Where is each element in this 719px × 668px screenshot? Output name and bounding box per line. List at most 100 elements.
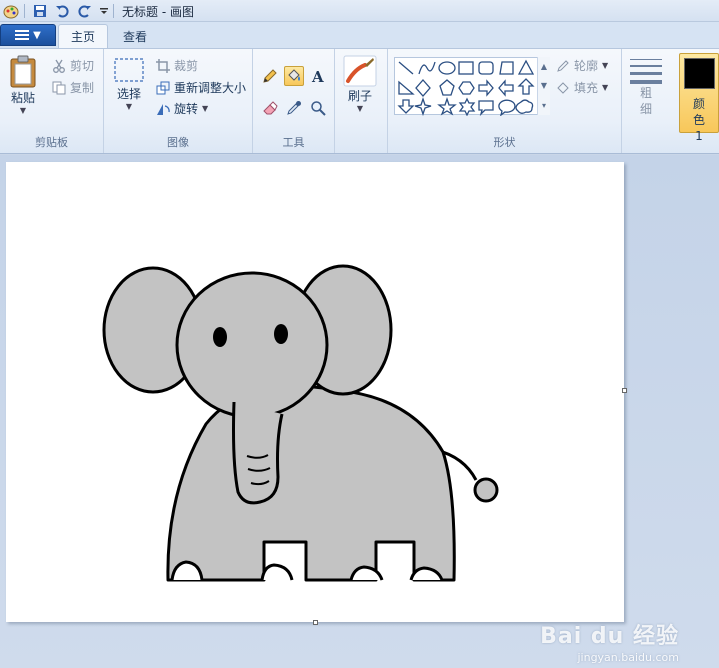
brush-icon	[343, 55, 377, 87]
canvas-workspace: Bai du 经验 jingyan.baidu.com	[0, 155, 719, 668]
baidu-watermark-url: jingyan.baidu.com	[577, 651, 679, 664]
select-label: 选择	[116, 87, 141, 101]
oval-callout-shape-icon	[498, 99, 516, 116]
outline-label: 轮廓	[574, 59, 599, 73]
image-group-label: 图像	[167, 136, 189, 149]
crop-button[interactable]: 裁剪	[156, 57, 198, 74]
customize-dropdown-icon[interactable]	[96, 3, 112, 19]
triangle-shape-icon	[517, 59, 535, 75]
fill-tool[interactable]	[284, 66, 304, 86]
chevron-down-icon: ▼	[33, 29, 41, 41]
shapes-group-label: 形状	[493, 136, 516, 149]
hexagon-shape-icon	[458, 81, 475, 95]
chevron-down-icon: ▼	[125, 102, 133, 111]
elephant-left-eye	[213, 327, 227, 347]
right-arrow-shape-icon	[478, 79, 494, 97]
text-a-icon: A	[311, 68, 324, 84]
rotate-label: 旋转	[174, 102, 199, 116]
save-icon[interactable]	[32, 3, 48, 19]
scroll-up-icon[interactable]: ▲	[541, 62, 547, 71]
polygon-shape-icon	[499, 61, 514, 75]
rectangular-callout-shape-icon	[478, 100, 494, 116]
fill-label: 填充	[574, 81, 599, 95]
size-group: 粗细	[622, 49, 672, 153]
paint-bucket-icon	[288, 69, 300, 81]
resize-label: 重新调整大小	[174, 81, 247, 95]
select-button[interactable]: 选择 ▼	[113, 57, 145, 111]
elephant-trunk	[232, 401, 284, 505]
diamond-shape-icon	[415, 79, 431, 97]
scissors-icon	[53, 59, 65, 73]
shapes-gallery-scrollbar[interactable]: ▲ ▼ ▾	[537, 57, 550, 115]
svg-text:A: A	[311, 68, 324, 84]
scroll-down-icon[interactable]: ▼	[541, 81, 547, 90]
eraser-icon	[263, 101, 278, 115]
pencil-tool[interactable]	[260, 66, 280, 86]
title-bar: 无标题 - 画图	[0, 0, 719, 22]
resize-button[interactable]: 重新调整大小	[156, 79, 246, 96]
color1-button[interactable]: 颜色 1	[679, 53, 719, 143]
text-tool[interactable]: A	[308, 66, 328, 86]
oval-shape-icon	[438, 61, 456, 75]
magnifier-tool[interactable]	[308, 98, 328, 118]
resize-icon	[156, 81, 170, 94]
eraser-tool[interactable]	[260, 98, 280, 118]
outline-pen-icon	[557, 59, 569, 72]
up-arrow-shape-icon	[517, 78, 535, 95]
elephant-right-eye	[274, 324, 288, 344]
rotate-button[interactable]: 旋转 ▼	[156, 100, 208, 117]
elephant-head	[175, 271, 329, 419]
elephant-tail-tuft	[473, 477, 499, 503]
clipboard-group: 粘贴 ▼ 剪切 复制 剪贴板	[0, 49, 104, 153]
canvas-resize-handle-bottom[interactable]	[313, 620, 318, 625]
brushes-button[interactable]: 刷子 ▼	[343, 55, 377, 113]
five-point-star-shape-icon	[437, 96, 457, 116]
shapes-gallery-grid	[397, 59, 535, 116]
ribbon: 粘贴 ▼ 剪切 复制 剪贴板 选择 ▼ 裁剪 重新调整大小 旋转 ▼ 图像 A …	[0, 48, 719, 154]
clipboard-group-label: 剪贴板	[35, 136, 68, 149]
tools-group: A 工具	[253, 49, 335, 153]
size-button[interactable]: 粗细	[630, 57, 662, 117]
tab-home[interactable]: 主页	[58, 24, 109, 48]
right-triangle-shape-icon	[398, 80, 415, 95]
copy-button[interactable]: 复制	[52, 79, 94, 96]
application-menu-button[interactable]: ▼	[0, 24, 56, 46]
six-point-star-shape-icon	[458, 97, 476, 116]
elephant-body	[166, 384, 456, 582]
rectangle-shape-icon	[458, 61, 474, 75]
color-picker-tool[interactable]	[284, 98, 304, 118]
brushes-group: 刷子 ▼	[335, 49, 388, 153]
pencil-icon	[263, 69, 277, 83]
paste-button[interactable]: 粘贴 ▼	[8, 55, 38, 115]
tab-view[interactable]: 查看	[111, 24, 159, 48]
image-group: 选择 ▼ 裁剪 重新调整大小 旋转 ▼ 图像	[104, 49, 253, 153]
elephant-drawing	[102, 264, 499, 582]
cut-label: 剪切	[70, 59, 95, 73]
color1-label: 颜色 1	[692, 97, 705, 143]
ribbon-tab-row: ▼ 主页 查看	[0, 22, 719, 48]
shapes-gallery	[394, 57, 550, 116]
undo-icon[interactable]	[54, 3, 70, 19]
gallery-expand-icon[interactable]: ▾	[542, 101, 546, 110]
shape-outline-button[interactable]: 轮廓 ▼	[556, 57, 608, 74]
cut-button[interactable]: 剪切	[52, 57, 94, 74]
brushes-label: 刷子	[347, 89, 372, 103]
redo-icon[interactable]	[77, 3, 93, 19]
tools-group-label: 工具	[282, 136, 305, 149]
shape-fill-button[interactable]: 填充 ▼	[556, 79, 608, 96]
eyedropper-icon	[287, 101, 301, 115]
crop-label: 裁剪	[174, 59, 199, 73]
chevron-down-icon: ▼	[202, 104, 209, 113]
clipboard-icon	[10, 55, 36, 88]
paint-app-icon[interactable]	[3, 3, 19, 19]
drawing-canvas[interactable]	[6, 162, 624, 622]
rotate-icon	[157, 103, 170, 115]
color1-swatch	[684, 58, 715, 89]
baidu-watermark: Bai du 经验	[540, 624, 679, 649]
menu-icon	[15, 30, 30, 40]
line-weight-icon	[630, 59, 662, 84]
copy-icon	[52, 81, 66, 94]
canvas-resize-handle-right[interactable]	[622, 388, 627, 393]
pentagon-shape-icon	[439, 79, 455, 96]
crop-icon	[156, 58, 170, 73]
